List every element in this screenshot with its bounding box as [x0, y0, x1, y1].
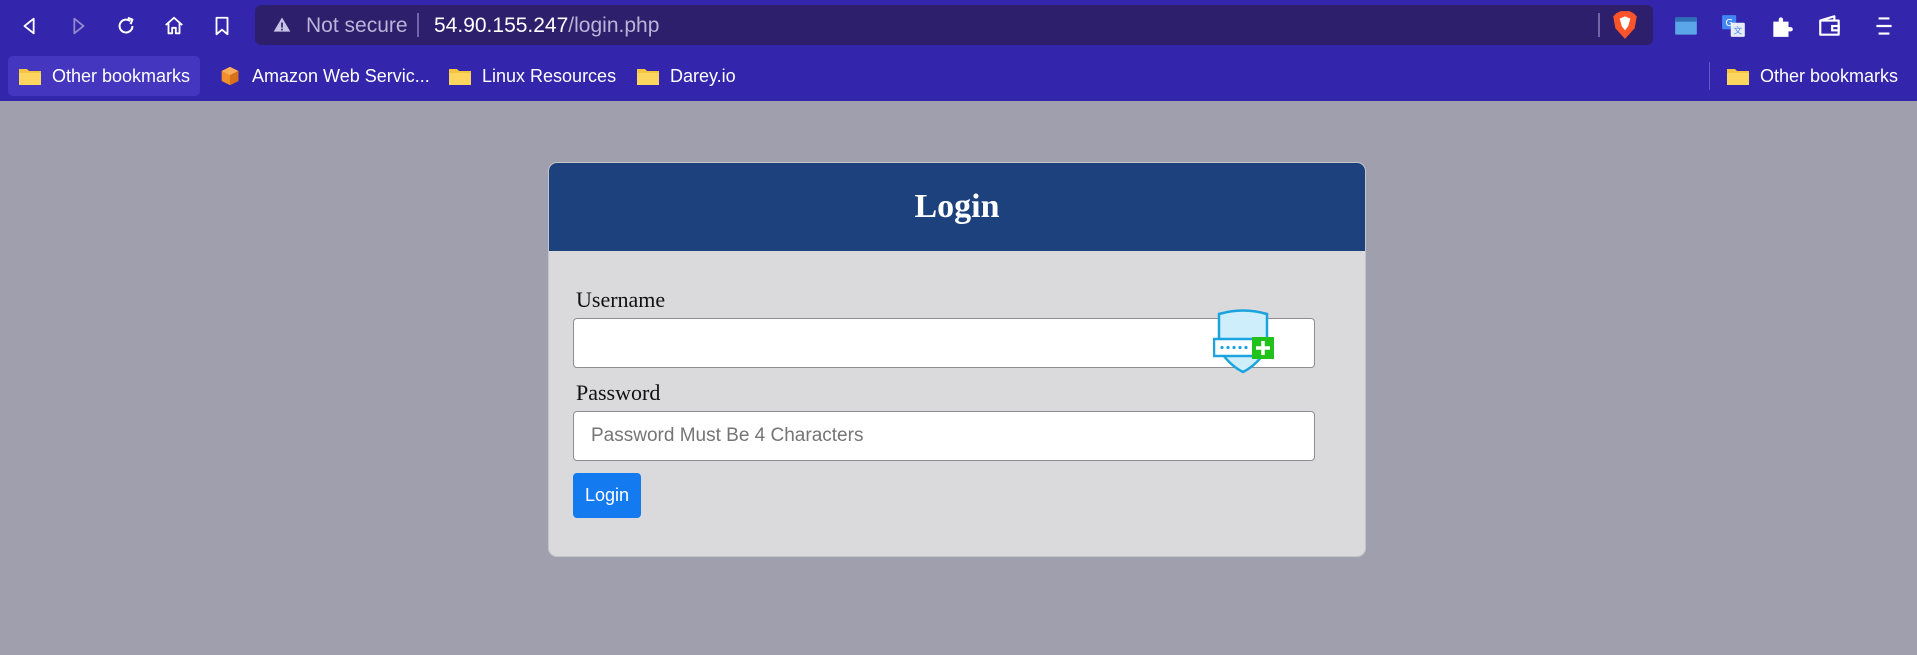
wallet-icon: [1819, 15, 1840, 36]
translate-icon: G文: [1722, 15, 1745, 37]
reload-button[interactable]: [111, 11, 141, 41]
bookmark-other-bookmarks[interactable]: Other bookmarks: [8, 56, 201, 96]
home-button[interactable]: [159, 11, 189, 41]
url-host: 54.90.155.247: [434, 14, 569, 37]
bookmark-page-button[interactable]: [207, 11, 237, 41]
browser-toolbar: Not secure 54.90.155.247/login.php G文: [0, 0, 1917, 51]
bookmark-label: Linux Resources: [482, 65, 617, 86]
login-card-header: Login: [549, 163, 1365, 251]
folder-icon: [637, 69, 659, 85]
page-title: Login: [914, 188, 1000, 225]
brave-shield-icon[interactable]: [1612, 10, 1638, 40]
username-input[interactable]: [573, 318, 1315, 368]
folder-icon: [449, 69, 471, 85]
login-button[interactable]: Login: [573, 473, 641, 518]
warning-icon: [273, 17, 291, 32]
forward-button[interactable]: [63, 11, 93, 41]
wallet-button[interactable]: [1815, 11, 1845, 41]
svg-text:文: 文: [1733, 25, 1742, 37]
password-manager-shield-icon[interactable]: [1213, 309, 1275, 375]
login-card: Login Username Password Login: [548, 162, 1366, 557]
back-button[interactable]: [15, 11, 45, 41]
home-icon: [165, 16, 183, 35]
url-path: /login.php: [568, 14, 660, 37]
bookmark-label: Other bookmarks: [52, 65, 191, 86]
reload-icon: [118, 16, 134, 34]
translate-extension[interactable]: G文: [1719, 11, 1749, 41]
url-divider: [1598, 13, 1600, 37]
menu-icon: [1876, 17, 1892, 35]
bookmark-darey-io[interactable]: Darey.io: [626, 56, 746, 96]
svg-text:G: G: [1725, 18, 1733, 29]
menu-button[interactable]: [1869, 11, 1899, 41]
forward-icon: [73, 17, 85, 35]
address-bar[interactable]: Not secure 54.90.155.247/login.php: [255, 5, 1653, 45]
password-input[interactable]: [573, 411, 1315, 461]
bookmarks-bar: Other bookmarks Amazon Web Servic... Lin…: [0, 51, 1917, 101]
url-separator: [417, 13, 419, 37]
bookmark-amazon-web-services[interactable]: Amazon Web Servic...: [208, 56, 440, 96]
window-icon: [1675, 17, 1697, 35]
back-icon: [23, 17, 35, 35]
extensions-button[interactable]: [1767, 11, 1797, 41]
folder-icon: [19, 69, 41, 85]
bookmark-label: Amazon Web Servic...: [252, 65, 430, 86]
bookmark-label: Other bookmarks: [1760, 65, 1899, 86]
username-label: Username: [576, 287, 666, 312]
bookmark-linux-resources[interactable]: Linux Resources: [438, 56, 626, 96]
puzzle-icon: [1773, 17, 1793, 37]
url-text[interactable]: 54.90.155.247/login.php: [434, 14, 659, 38]
bookmarks-separator: [1709, 62, 1710, 90]
password-label: Password: [576, 380, 661, 405]
security-status: Not secure: [306, 14, 408, 37]
bookmark-other-bookmarks-right[interactable]: Other bookmarks: [1716, 56, 1908, 96]
aws-cube-icon: [221, 66, 239, 86]
bookmark-label: Darey.io: [670, 65, 736, 86]
window-extension[interactable]: [1671, 11, 1701, 41]
folder-icon: [1727, 69, 1749, 85]
bookmark-icon: [215, 16, 229, 36]
